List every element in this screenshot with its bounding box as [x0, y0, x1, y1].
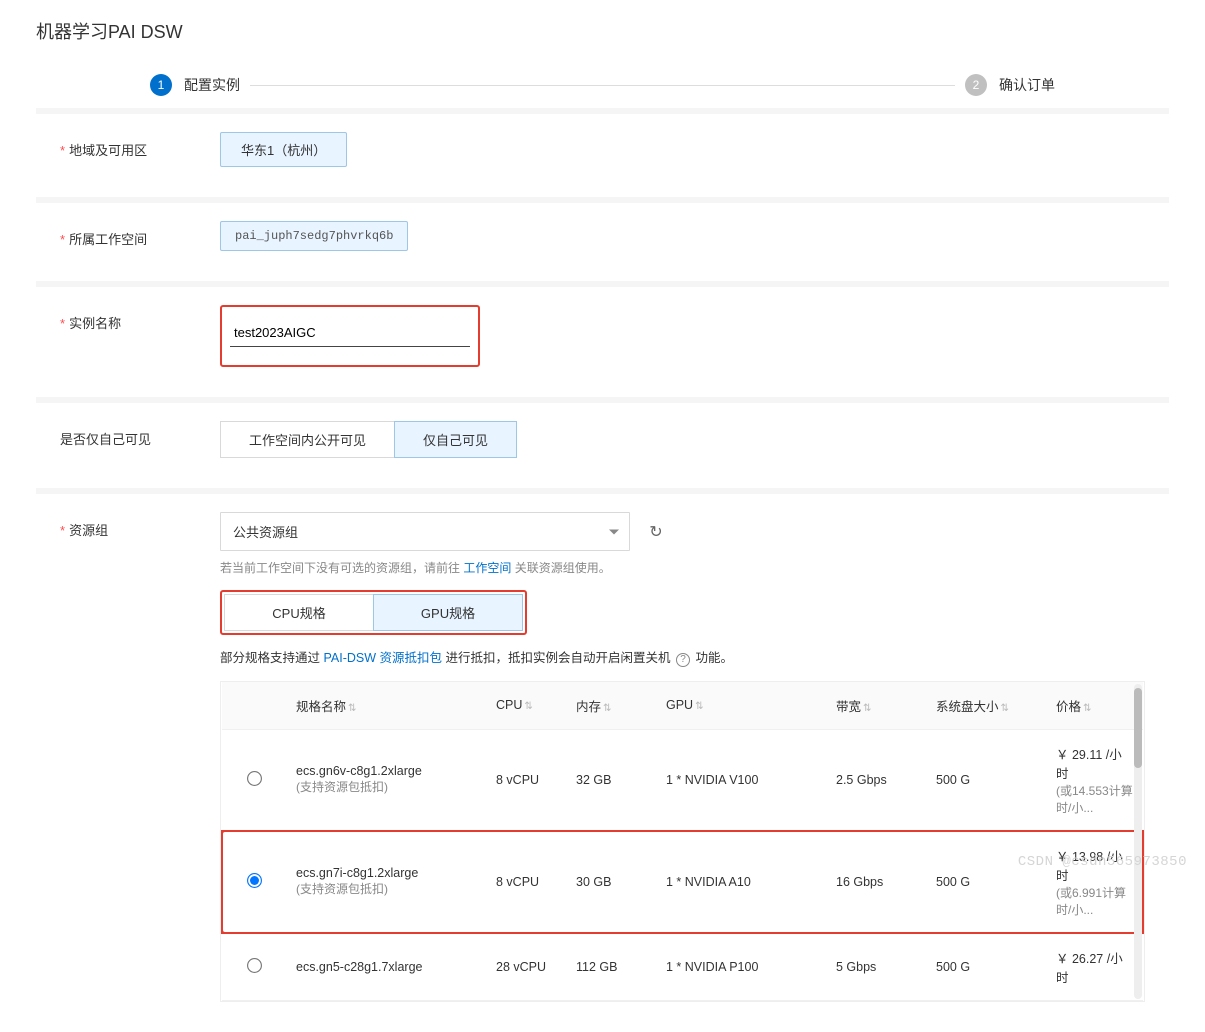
sort-icon: ⇅	[1001, 703, 1009, 714]
th-cpu[interactable]: CPU⇅	[486, 682, 566, 730]
spec-disk: 500 G	[926, 729, 1046, 831]
spec-bandwidth: 5 Gbps	[826, 933, 926, 1001]
th-bandwidth[interactable]: 带宽⇅	[826, 682, 926, 730]
sort-icon: ⇅	[1083, 703, 1091, 714]
spec-bandwidth: 16 Gbps	[826, 831, 926, 933]
spec-price-sub: (或6.991计算时/小...	[1056, 884, 1132, 918]
spec-disk: 500 G	[926, 831, 1046, 933]
th-disk[interactable]: 系统盘大小⇅	[926, 682, 1046, 730]
region-label: *地域及可用区	[60, 132, 220, 159]
wizard-line	[250, 85, 955, 86]
sort-icon: ⇅	[348, 703, 356, 714]
step-1-label: 配置实例	[184, 75, 240, 95]
visibility-label: 是否仅自己可见	[60, 421, 220, 448]
instance-name-label: *实例名称	[60, 305, 220, 332]
sort-icon: ⇅	[863, 703, 871, 714]
page-title: 机器学习PAI DSW	[0, 0, 1205, 54]
spec-memory: 32 GB	[566, 729, 656, 831]
section-workspace: *所属工作空间 pai_juph7sedg7phvrkq6b	[36, 197, 1169, 269]
table-row[interactable]: ecs.gn6v-c8g1.2xlarge(支持资源包抵扣) 8 vCPU 32…	[222, 729, 1143, 831]
spec-cpu: 8 vCPU	[486, 729, 566, 831]
th-memory[interactable]: 内存⇅	[566, 682, 656, 730]
wizard-step-1[interactable]: 1 配置实例	[150, 74, 240, 96]
spec-note: 部分规格支持通过 PAI-DSW 资源抵扣包 进行抵扣，抵扣实例会自动开启闲置关…	[220, 647, 1145, 667]
resource-group-select[interactable]: 公共资源组	[220, 512, 630, 551]
section-instance-name: *实例名称	[36, 281, 1169, 385]
spec-cpu: 8 vCPU	[486, 831, 566, 933]
visibility-private-button[interactable]: 仅自己可见	[394, 421, 517, 458]
wizard-steps: 1 配置实例 2 确认订单	[150, 54, 1055, 108]
step-2-label: 确认订单	[999, 75, 1055, 95]
workspace-selector[interactable]: pai_juph7sedg7phvrkq6b	[220, 221, 408, 251]
table-row[interactable]: ecs.gn7i-c8g1.2xlarge(支持资源包抵扣) 8 vCPU 30…	[222, 831, 1143, 933]
spec-sub: (支持资源包抵扣)	[296, 778, 476, 795]
wizard-step-2[interactable]: 2 确认订单	[965, 74, 1055, 96]
spec-memory: 112 GB	[566, 933, 656, 1001]
region-selector[interactable]: 华东1（杭州）	[220, 132, 347, 167]
sort-icon: ⇅	[695, 701, 703, 712]
spec-table: 规格名称⇅ CPU⇅ 内存⇅ GPU⇅ 带宽⇅ 系统盘大小⇅ 价格⇅ ecs.	[220, 681, 1145, 1002]
spec-tabs-highlight: CPU规格 GPU规格	[220, 590, 527, 635]
scroll-thumb[interactable]	[1134, 688, 1142, 768]
spec-price: ￥ 29.11 /小时	[1056, 744, 1133, 782]
step-1-circle: 1	[150, 74, 172, 96]
watermark: CSDN @csdn565973850	[1018, 854, 1187, 870]
instance-name-input[interactable]	[230, 319, 470, 347]
workspace-label: *所属工作空间	[60, 221, 220, 248]
section-resource-group: *资源组 公共资源组 ↻ 若当前工作空间下没有可选的资源组，请前往 工作空间 关…	[36, 488, 1169, 1020]
spec-radio-0[interactable]	[247, 771, 262, 786]
spec-bandwidth: 2.5 Gbps	[826, 729, 926, 831]
spec-gpu: 1 * NVIDIA P100	[656, 933, 826, 1001]
spec-name: ecs.gn7i-c8g1.2xlarge	[296, 866, 476, 880]
section-visibility: 是否仅自己可见 工作空间内公开可见 仅自己可见	[36, 397, 1169, 476]
spec-price-sub: (或14.553计算时/小...	[1056, 782, 1133, 816]
spec-price: ￥ 26.27 /小时	[1056, 948, 1133, 986]
visibility-segment: 工作空间内公开可见 仅自己可见	[220, 421, 517, 458]
instance-name-highlight	[220, 305, 480, 367]
refresh-icon[interactable]: ↻	[644, 520, 668, 544]
th-price[interactable]: 价格⇅	[1046, 682, 1143, 730]
spec-gpu: 1 * NVIDIA A10	[656, 831, 826, 933]
resource-group-hint: 若当前工作空间下没有可选的资源组，请前往 工作空间 关联资源组使用。	[220, 559, 1145, 576]
th-gpu[interactable]: GPU⇅	[656, 682, 826, 730]
help-icon[interactable]: ?	[676, 653, 690, 667]
gpu-spec-tab[interactable]: GPU规格	[373, 594, 523, 631]
scrollbar[interactable]	[1134, 684, 1142, 999]
spec-radio-2[interactable]	[247, 958, 262, 973]
section-region: *地域及可用区 华东1（杭州）	[36, 108, 1169, 185]
th-spec-name[interactable]: 规格名称⇅	[286, 682, 486, 730]
spec-disk: 500 G	[926, 933, 1046, 1001]
spec-name: ecs.gn5-c28g1.7xlarge	[296, 960, 476, 974]
spec-gpu: 1 * NVIDIA V100	[656, 729, 826, 831]
spec-name: ecs.gn6v-c8g1.2xlarge	[296, 764, 476, 778]
spec-memory: 30 GB	[566, 831, 656, 933]
step-2-circle: 2	[965, 74, 987, 96]
workspace-link[interactable]: 工作空间	[463, 561, 511, 575]
sort-icon: ⇅	[524, 701, 532, 712]
resource-group-label: *资源组	[60, 512, 220, 539]
deduction-pack-link[interactable]: PAI-DSW 资源抵扣包	[323, 651, 442, 665]
spec-cpu: 28 vCPU	[486, 933, 566, 1001]
spec-radio-1[interactable]	[247, 873, 262, 888]
spec-sub: (支持资源包抵扣)	[296, 880, 476, 897]
visibility-public-button[interactable]: 工作空间内公开可见	[220, 421, 395, 458]
sort-icon: ⇅	[603, 703, 611, 714]
table-row[interactable]: ecs.gn5-c28g1.7xlarge 28 vCPU 112 GB 1 *…	[222, 933, 1143, 1001]
cpu-spec-tab[interactable]: CPU规格	[224, 594, 374, 631]
